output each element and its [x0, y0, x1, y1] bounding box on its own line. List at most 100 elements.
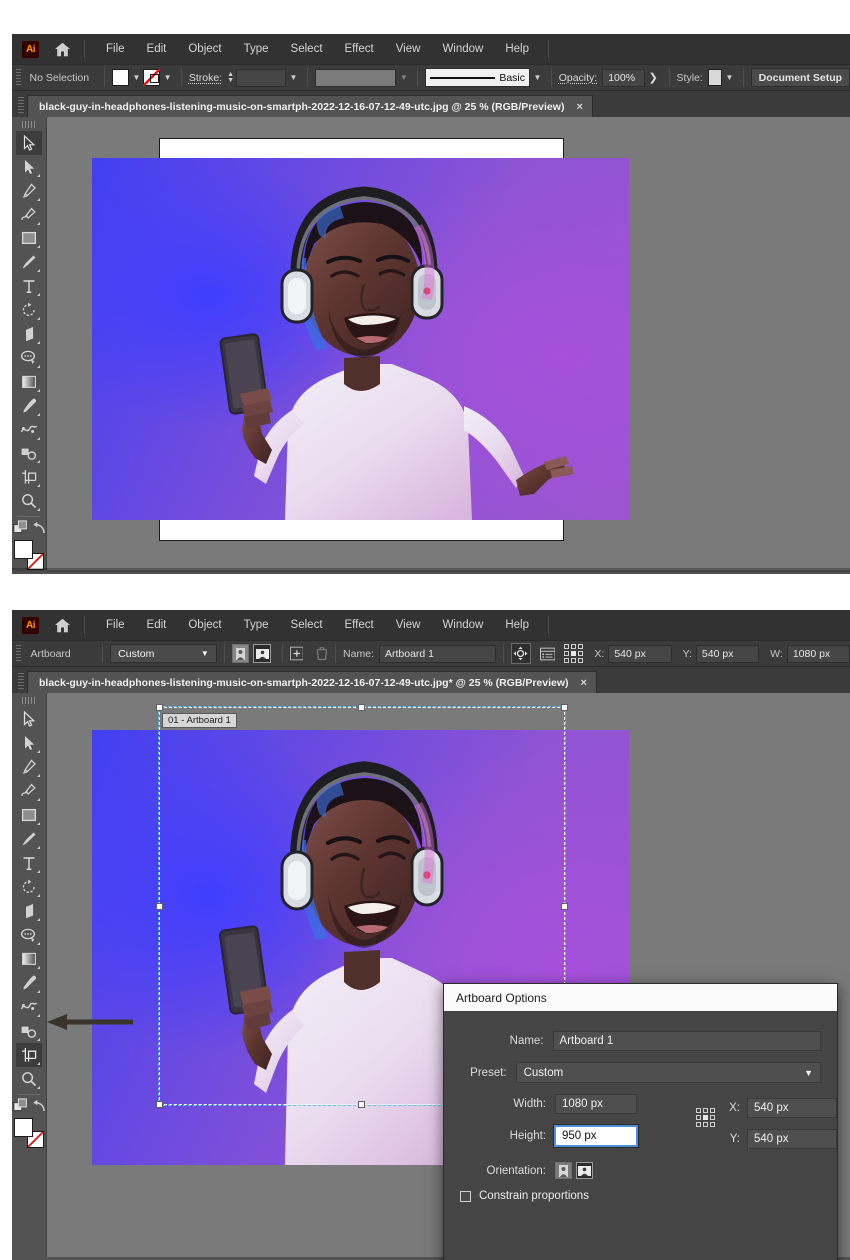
tool-blend-tool[interactable]: [16, 418, 42, 442]
orientation-portrait-button[interactable]: [232, 644, 250, 663]
opacity-label[interactable]: Opacity:: [559, 72, 598, 84]
tool-rotate-tool[interactable]: [16, 298, 42, 322]
stroke-dropdown-chevron-down-icon[interactable]: ▼: [161, 68, 174, 87]
tool-pen-tool[interactable]: [16, 179, 42, 203]
tool-direct-selection-tool[interactable]: [16, 731, 42, 755]
artboard-options-dialog[interactable]: Artboard Options Name: Artboard 1 Preset…: [443, 983, 838, 1260]
new-artboard-icon[interactable]: [290, 646, 304, 661]
trash-icon[interactable]: [316, 646, 328, 661]
artboard-preset-select[interactable]: Custom ▼: [110, 644, 217, 663]
artboard-y-input[interactable]: 540 px: [696, 645, 759, 663]
tool-eraser-tool[interactable]: [16, 322, 42, 346]
stroke-profile-select[interactable]: [315, 69, 397, 87]
menu-item-file[interactable]: File: [95, 615, 136, 635]
style-chevron-down-icon[interactable]: ▼: [723, 68, 736, 87]
illustrator-logo-icon[interactable]: Ai: [22, 41, 39, 58]
fill-stroke-indicator[interactable]: [14, 540, 44, 570]
tool-gradient-tool[interactable]: [16, 947, 42, 971]
menu-item-effect[interactable]: Effect: [334, 615, 385, 635]
tab-strip-grip[interactable]: [18, 673, 24, 689]
tool-shaper-tool[interactable]: [16, 346, 42, 370]
artboard-handle-middle-right[interactable]: [561, 903, 568, 910]
dialog-height-input[interactable]: 950 px: [554, 1125, 638, 1147]
tool-rectangle-tool[interactable]: [16, 803, 42, 827]
artboard-handle-bottom-left[interactable]: [156, 1101, 163, 1108]
tool-symbol-sprayer-tool[interactable]: [16, 442, 42, 466]
opacity-expand-chevron-right-icon[interactable]: ❯: [649, 71, 658, 84]
menu-item-window[interactable]: Window: [431, 615, 494, 635]
menu-item-type[interactable]: Type: [233, 39, 280, 59]
menu-item-select[interactable]: Select: [280, 615, 334, 635]
undo-arrow-icon[interactable]: [32, 521, 46, 535]
tool-pen-tool[interactable]: [16, 755, 42, 779]
document-tab-panel2[interactable]: black-guy-in-headphones-listening-music-…: [27, 671, 597, 693]
illustrator-logo-icon[interactable]: Ai: [22, 617, 39, 634]
tool-paintbrush-tool[interactable]: [16, 827, 42, 851]
tool-panel-grip[interactable]: [22, 121, 36, 128]
tool-direct-selection-tool[interactable]: [16, 155, 42, 179]
menu-item-view[interactable]: View: [385, 615, 432, 635]
tool-type-tool[interactable]: [16, 274, 42, 298]
placed-image-panel1[interactable]: [92, 158, 629, 520]
menu-item-help[interactable]: Help: [494, 615, 540, 635]
close-icon[interactable]: ×: [576, 101, 582, 113]
reference-point-icon[interactable]: [696, 1108, 715, 1127]
tool-eraser-tool[interactable]: [16, 899, 42, 923]
artboard-handle-bottom-center[interactable]: [358, 1101, 365, 1108]
menu-item-view[interactable]: View: [385, 39, 432, 59]
menu-item-file[interactable]: File: [95, 39, 136, 59]
tool-rectangle-tool[interactable]: [16, 227, 42, 251]
fill-color-swatch[interactable]: [112, 69, 129, 86]
canvas-panel1[interactable]: [47, 117, 850, 570]
stroke-weight-label[interactable]: Stroke:: [189, 72, 222, 84]
brush-definition-select[interactable]: Basic: [425, 68, 530, 87]
control-bar-grip[interactable]: [16, 645, 21, 662]
menu-item-object[interactable]: Object: [177, 615, 232, 635]
stroke-weight-chevron-down-icon[interactable]: ▼: [287, 68, 300, 87]
artboard-name-tag[interactable]: 01 - Artboard 1: [162, 713, 237, 728]
menu-item-effect[interactable]: Effect: [334, 39, 385, 59]
tool-artboard-tool[interactable]: [16, 465, 42, 489]
close-icon[interactable]: ×: [581, 677, 587, 689]
control-bar-grip[interactable]: [16, 69, 21, 86]
tool-symbol-sprayer-tool[interactable]: [16, 1019, 42, 1043]
fill-indicator-white[interactable]: [14, 1118, 33, 1137]
artboard-x-input[interactable]: 540 px: [608, 645, 671, 663]
tool-selection-tool[interactable]: [16, 131, 42, 155]
change-screen-mode-icon[interactable]: [13, 520, 28, 535]
stroke-weight-input[interactable]: [236, 69, 286, 87]
menu-item-edit[interactable]: Edit: [136, 39, 178, 59]
tool-eyedropper-tool[interactable]: [16, 971, 42, 995]
move-copy-artwork-icon[interactable]: [511, 643, 530, 664]
tool-panel-grip[interactable]: [22, 697, 36, 704]
menu-item-type[interactable]: Type: [233, 615, 280, 635]
menu-item-window[interactable]: Window: [431, 39, 494, 59]
fill-stroke-indicator[interactable]: [14, 1118, 44, 1148]
artboard-handle-top-left[interactable]: [156, 704, 163, 711]
change-screen-mode-icon[interactable]: [13, 1098, 28, 1113]
artboard-handle-top-center[interactable]: [358, 704, 365, 711]
dialog-y-input[interactable]: 540 px: [747, 1129, 837, 1149]
stroke-weight-stepper[interactable]: ▲▼: [227, 72, 234, 84]
document-tab-panel1[interactable]: black-guy-in-headphones-listening-music-…: [27, 95, 593, 117]
tool-curvature-tool[interactable]: [16, 779, 42, 803]
home-icon[interactable]: [52, 39, 72, 59]
orientation-landscape-button[interactable]: [253, 644, 271, 663]
dialog-orientation-portrait-button[interactable]: [555, 1162, 572, 1179]
fill-indicator-white[interactable]: [14, 540, 33, 559]
menu-item-edit[interactable]: Edit: [136, 615, 178, 635]
menu-item-help[interactable]: Help: [494, 39, 540, 59]
tool-selection-tool[interactable]: [16, 707, 42, 731]
stroke-color-swatch[interactable]: [143, 69, 160, 86]
artboard-handle-middle-left[interactable]: [156, 903, 163, 910]
artboard-name-input[interactable]: Artboard 1: [379, 645, 496, 663]
tool-zoom-tool[interactable]: [16, 489, 42, 513]
tool-artboard-tool[interactable]: [16, 1043, 42, 1067]
dialog-name-input[interactable]: Artboard 1: [553, 1031, 821, 1051]
opacity-input[interactable]: 100%: [602, 69, 644, 87]
menu-item-object[interactable]: Object: [177, 39, 232, 59]
artboard-options-icon[interactable]: [540, 647, 556, 661]
brush-definition-chevron-down-icon[interactable]: ▼: [531, 68, 544, 87]
tool-shaper-tool[interactable]: [16, 923, 42, 947]
tab-strip-grip[interactable]: [18, 97, 24, 113]
